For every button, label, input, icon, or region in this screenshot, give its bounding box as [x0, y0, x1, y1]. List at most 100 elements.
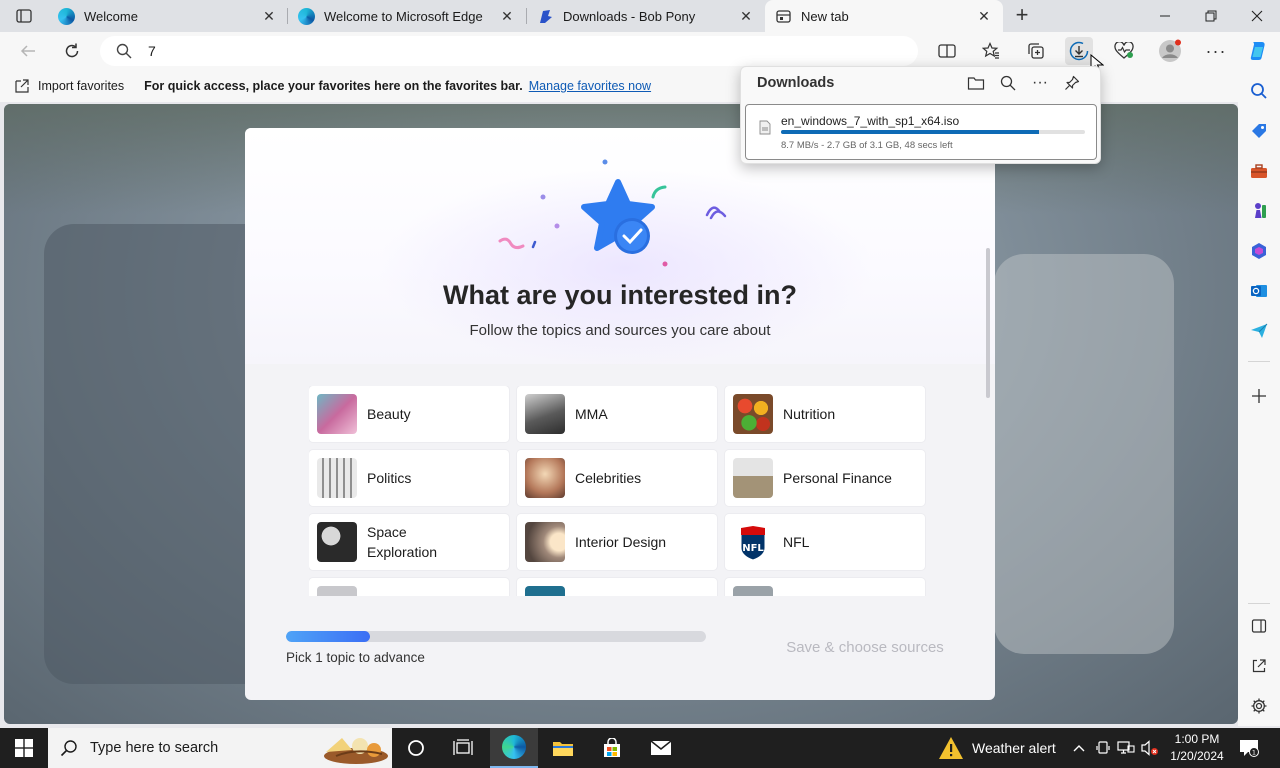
taskbar-search-box[interactable]: Type here to search — [48, 728, 392, 768]
topic-card-partial[interactable] — [725, 578, 925, 596]
address-bar[interactable]: 7 — [100, 36, 918, 66]
search-icon — [1251, 83, 1267, 99]
mail-icon — [650, 740, 672, 755]
copilot-icon — [1250, 42, 1265, 60]
save-choose-sources-button[interactable]: Save & choose sources — [765, 639, 965, 656]
split-screen-icon — [938, 44, 956, 58]
tab-downloads-bob-pony[interactable]: Downloads - Bob Pony ✕ — [527, 0, 765, 32]
new-tab-button[interactable]: + — [1010, 4, 1034, 28]
microsoft-365-icon — [1252, 243, 1266, 259]
favorites-button[interactable] — [977, 37, 1005, 65]
topic-card-partial[interactable] — [309, 578, 509, 596]
download-item[interactable]: en_windows_7_with_sp1_x64.iso 8.7 MB/s -… — [745, 104, 1097, 160]
cortana-button[interactable] — [394, 728, 438, 768]
taskbar-mail-button[interactable] — [639, 728, 683, 768]
minimize-button[interactable] — [1142, 0, 1188, 32]
sidebar-games-button[interactable] — [1247, 199, 1271, 223]
topic-thumbnail — [317, 458, 357, 498]
topic-card-partial[interactable] — [517, 578, 717, 596]
taskbar-search-placeholder: Type here to search — [90, 740, 219, 756]
sidebar-tools-button[interactable] — [1247, 159, 1271, 183]
warning-triangle-icon — [939, 737, 963, 759]
browser-essentials-button[interactable] — [1110, 37, 1138, 65]
weather-widget[interactable]: Weather alert — [938, 728, 1056, 768]
downloads-button[interactable] — [1065, 37, 1093, 65]
topic-nfl[interactable]: NFL NFL — [725, 514, 925, 570]
notifications-button[interactable]: 1 — [1234, 728, 1264, 768]
tab-close-icon[interactable]: ✕ — [260, 8, 278, 25]
sidebar-shopping-button[interactable] — [1247, 119, 1271, 143]
topics-progress-bar — [286, 631, 706, 642]
topic-interior-design[interactable]: Interior Design — [517, 514, 717, 570]
downloads-more-options-button[interactable]: ··· — [1024, 71, 1056, 95]
copilot-button[interactable] — [1244, 37, 1272, 65]
sidebar-open-external-button[interactable] — [1247, 654, 1271, 678]
taskbar-file-explorer-button[interactable] — [541, 728, 585, 768]
paper-plane-icon — [1251, 323, 1268, 338]
tab-close-icon[interactable]: ✕ — [498, 8, 516, 25]
tab-new-tab[interactable]: New tab ✕ — [765, 0, 1003, 32]
topic-space-exploration[interactable]: Space Exploration — [309, 514, 509, 570]
profile-button[interactable] — [1156, 37, 1184, 65]
heart-pulse-icon — [1114, 42, 1134, 59]
tab-welcome[interactable]: Welcome ✕ — [48, 0, 288, 32]
sidebar-add-button[interactable] — [1247, 384, 1271, 408]
chess-pawn-icon — [1255, 203, 1266, 218]
sidebar-search-button[interactable] — [1247, 79, 1271, 103]
show-hidden-icons-button[interactable] — [1068, 728, 1090, 768]
address-input-value[interactable]: 7 — [148, 43, 156, 59]
sidebar-settings-button[interactable] — [1247, 694, 1271, 718]
back-button[interactable] — [14, 37, 42, 65]
restore-button[interactable] — [1188, 0, 1234, 32]
tab-close-icon[interactable]: ✕ — [737, 8, 755, 25]
collections-icon — [1028, 43, 1044, 59]
manage-favorites-link[interactable]: Manage favorites now — [529, 79, 651, 93]
topic-beauty[interactable]: Beauty — [309, 386, 509, 442]
tab-welcome-edge[interactable]: Welcome to Microsoft Edge ✕ — [288, 0, 526, 32]
more-dots-icon: ··· — [1032, 74, 1048, 91]
minimize-icon — [1160, 15, 1170, 17]
tray-network-button[interactable] — [1115, 728, 1137, 768]
tab-actions-button[interactable] — [10, 6, 38, 26]
import-favorites-icon — [15, 79, 29, 93]
tray-volume-button[interactable] — [1139, 728, 1161, 768]
close-window-button[interactable] — [1234, 0, 1280, 32]
edge-sidebar — [1238, 70, 1280, 726]
import-favorites-button[interactable]: Import favorites — [14, 78, 124, 94]
start-button[interactable] — [0, 728, 48, 768]
nfl-logo-icon: NFL — [740, 525, 766, 561]
settings-more-button[interactable]: ··· — [1202, 37, 1230, 65]
avatar-icon — [1159, 39, 1181, 62]
search-icon — [116, 43, 132, 59]
topic-politics[interactable]: Politics — [309, 450, 509, 506]
sidebar-microsoft365-button[interactable] — [1247, 239, 1271, 263]
svg-text:NFL: NFL — [742, 543, 764, 554]
dialog-scrollbar[interactable] — [986, 248, 990, 398]
dialog-title: What are you interested in? — [442, 280, 798, 310]
tray-device-button[interactable] — [1092, 728, 1114, 768]
topic-label: Politics — [367, 470, 412, 486]
sidebar-outlook-button[interactable] — [1247, 279, 1271, 303]
pin-downloads-button[interactable] — [1056, 71, 1088, 95]
collections-button[interactable] — [1022, 37, 1050, 65]
refresh-button[interactable] — [58, 37, 86, 65]
taskbar-edge-button[interactable] — [490, 728, 538, 768]
search-downloads-button[interactable] — [992, 71, 1024, 95]
split-screen-button[interactable] — [933, 37, 961, 65]
task-view-button[interactable] — [441, 728, 485, 768]
topic-thumbnail — [317, 586, 357, 596]
sidebar-hide-button[interactable] — [1247, 614, 1271, 638]
more-dots-icon: ··· — [1205, 40, 1227, 61]
taskbar-store-button[interactable] — [590, 728, 634, 768]
topic-nutrition[interactable]: Nutrition — [725, 386, 925, 442]
topic-mma[interactable]: MMA — [517, 386, 717, 442]
tab-close-icon[interactable]: ✕ — [975, 8, 993, 25]
open-downloads-folder-button[interactable] — [960, 71, 992, 95]
topic-label: NFL — [783, 534, 810, 550]
taskbar-clock[interactable]: 1:00 PM 1/20/2024 — [1162, 731, 1232, 765]
shopping-tag-icon — [1252, 124, 1266, 138]
topic-celebrities[interactable]: Celebrities — [517, 450, 717, 506]
star-checkmark-illustration — [498, 159, 727, 267]
sidebar-send-button[interactable] — [1247, 319, 1271, 343]
topic-personal-finance[interactable]: Personal Finance — [725, 450, 925, 506]
